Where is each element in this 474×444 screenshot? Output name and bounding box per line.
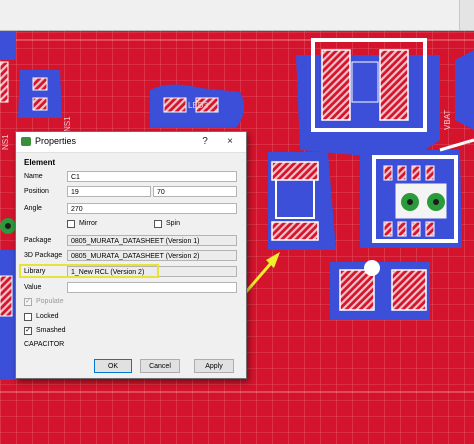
silkscreen-text: NS1 <box>63 116 72 132</box>
pad <box>411 165 421 181</box>
value-field[interactable] <box>67 282 237 293</box>
dialog-titlebar[interactable]: Properties ? × <box>16 132 246 153</box>
pad <box>0 61 9 103</box>
copper-area <box>18 70 62 118</box>
package-label: Package <box>24 237 52 244</box>
position-y-field[interactable]: 70 <box>153 186 237 197</box>
via <box>364 260 380 276</box>
pad <box>425 165 435 181</box>
populate-checkbox: ✓ <box>24 298 32 306</box>
pad <box>339 269 375 311</box>
spin-label: Spin <box>166 220 181 227</box>
value-label: Value <box>24 284 42 291</box>
cancel-button[interactable]: Cancel <box>140 359 180 373</box>
properties-dialog: Properties ? × Element Name C1 Position … <box>15 131 247 379</box>
part-type-text: CAPACITOR <box>24 341 65 348</box>
pad <box>383 221 393 237</box>
silkscreen-text: L <box>463 139 472 144</box>
position-x-field[interactable]: 19 <box>67 186 151 197</box>
group-label-element: Element <box>24 158 56 167</box>
mirror-label: Mirror <box>79 220 98 227</box>
pad <box>411 221 421 237</box>
package3d-field[interactable]: 0805_MURATA_DATASHEET (Version 2) <box>67 250 237 261</box>
ok-button[interactable]: OK <box>94 359 132 373</box>
pad <box>163 97 187 113</box>
pad <box>397 165 407 181</box>
dialog-title: Properties <box>35 136 77 146</box>
via <box>433 199 439 205</box>
pad <box>391 269 427 311</box>
copper-area <box>0 30 16 60</box>
package3d-label: 3D Package <box>24 252 63 259</box>
smashed-checkbox[interactable]: ✓ <box>24 327 32 335</box>
pad <box>397 221 407 237</box>
pad <box>32 97 48 111</box>
via <box>5 223 11 229</box>
locked-checkbox[interactable] <box>24 313 32 321</box>
pad <box>379 49 409 121</box>
via <box>407 199 413 205</box>
pad <box>383 165 393 181</box>
pad <box>351 61 379 103</box>
locked-label: Locked <box>36 313 59 320</box>
help-button[interactable]: ? <box>198 134 212 149</box>
pad <box>271 221 319 241</box>
silkscreen-text: NS1 <box>1 134 10 150</box>
pad <box>425 221 435 237</box>
angle-label: Angle <box>24 205 42 212</box>
name-label: Name <box>24 173 43 180</box>
library-highlight-box <box>19 264 159 278</box>
silkscreen-text: VBAT <box>443 110 452 130</box>
copper-area <box>455 50 474 130</box>
silkscreen-text: LED3 <box>188 101 209 110</box>
angle-field[interactable]: 270 <box>67 203 237 214</box>
package-field[interactable]: 0805_MURATA_DATASHEET (Version 1) <box>67 235 237 246</box>
pad <box>271 161 319 181</box>
toolbar-edge <box>459 0 474 30</box>
mirror-checkbox[interactable] <box>67 220 75 228</box>
position-label: Position <box>24 188 49 195</box>
apply-button[interactable]: Apply <box>194 359 234 373</box>
top-toolbar-strip <box>0 0 474 31</box>
name-field[interactable]: C1 <box>67 171 237 182</box>
smashed-label: Smashed <box>36 327 66 334</box>
pad <box>32 77 48 91</box>
pad <box>0 275 13 317</box>
app-icon <box>21 137 31 146</box>
close-button[interactable]: × <box>220 134 240 149</box>
spin-checkbox[interactable] <box>154 220 162 228</box>
populate-label: Populate <box>36 298 64 305</box>
pad <box>321 49 351 121</box>
